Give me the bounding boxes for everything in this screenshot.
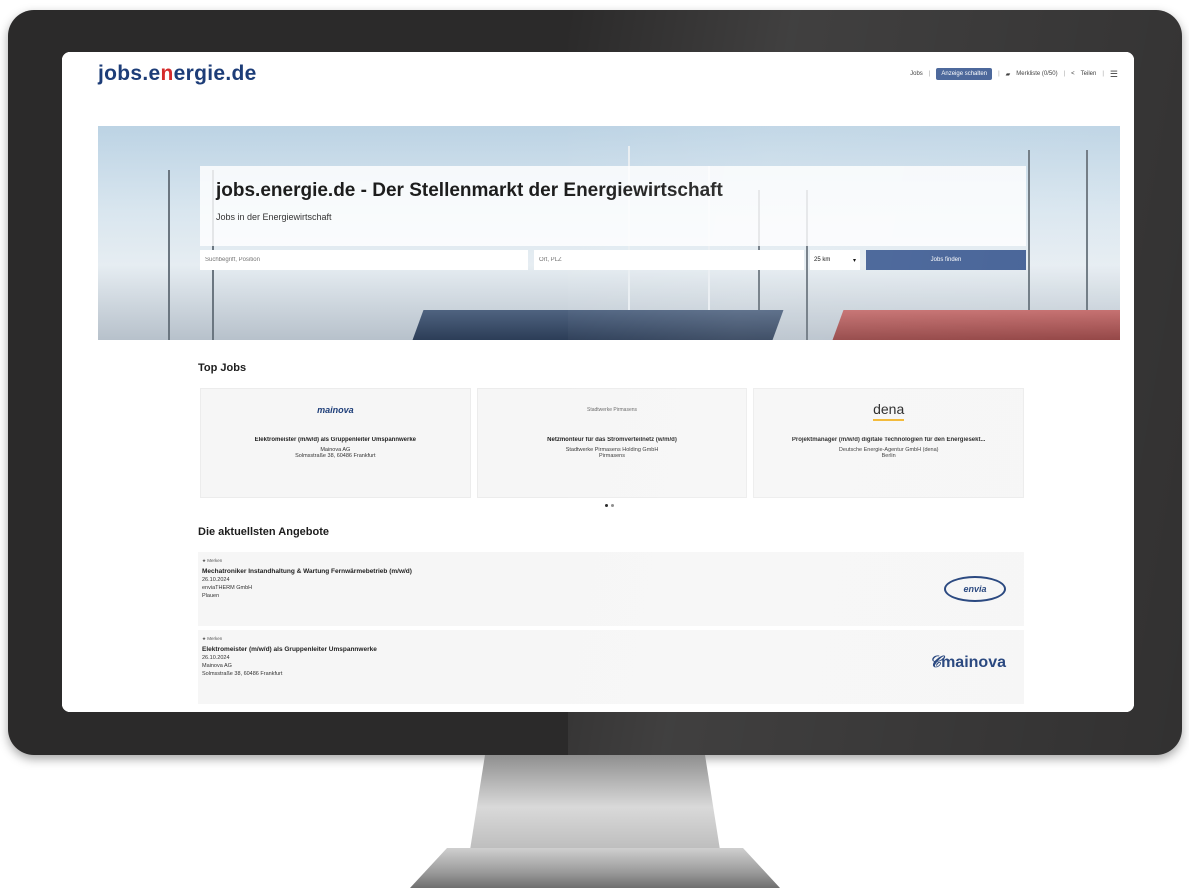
job-title[interactable]: Elektromeister (m/w/d) als Gruppenleiter… bbox=[255, 437, 416, 443]
listing-location: Plauen bbox=[202, 593, 220, 599]
listing-title[interactable]: Elektromeister (m/w/d) als Gruppenleiter… bbox=[202, 646, 1020, 653]
job-location: Pirmasens bbox=[599, 453, 625, 459]
location-search-input[interactable] bbox=[534, 250, 804, 270]
logo-text-left: jobs.e bbox=[98, 62, 161, 85]
job-search-form: 25 km ▾ Jobs finden bbox=[200, 250, 1026, 270]
solar-panel-graphic bbox=[412, 310, 784, 340]
mainova-logo: 𝒞mainova bbox=[929, 654, 1006, 672]
nav-separator: | bbox=[1102, 71, 1104, 77]
nav-separator: | bbox=[998, 71, 1000, 77]
listing-company: enviaTHERM GmbH bbox=[202, 585, 253, 591]
company-logo: envia bbox=[944, 576, 1006, 602]
monitor-mockup: jobs.energie.de Jobs | Anzeige schalten … bbox=[0, 0, 1189, 888]
listing-date: 26.10.2024 bbox=[202, 655, 230, 661]
share-link[interactable]: Teilen bbox=[1081, 71, 1097, 77]
job-location: Solmsstraße 38, 60486 Frankfurt bbox=[295, 453, 376, 459]
mainova-swirl-icon: 𝒞 bbox=[929, 654, 942, 671]
post-ad-button[interactable]: Anzeige schalten bbox=[936, 68, 993, 80]
main-content: Top Jobs mainova Elektromeister (m/w/d) … bbox=[62, 340, 1134, 712]
nav-separator: | bbox=[1063, 71, 1066, 77]
hero-text-box: jobs.energie.de - Der Stellenmarkt der E… bbox=[200, 166, 1026, 246]
site-logo[interactable]: jobs.energie.de bbox=[98, 62, 257, 86]
keyword-search-input[interactable] bbox=[200, 250, 528, 270]
chevron-down-icon: ▾ bbox=[852, 257, 856, 264]
carousel-dot[interactable] bbox=[605, 504, 608, 507]
bookmark-label: Merken bbox=[207, 636, 223, 641]
logo-text-accent: n bbox=[160, 62, 174, 85]
share-icon: < bbox=[1071, 71, 1075, 77]
browser-screen: jobs.energie.de Jobs | Anzeige schalten … bbox=[62, 52, 1134, 712]
nav-jobs-link[interactable]: Jobs bbox=[910, 71, 923, 77]
listing-company: Mainova AG bbox=[202, 663, 232, 669]
job-title[interactable]: Netzmonteur für das Stromverteilnetz (w/… bbox=[547, 437, 677, 443]
top-job-card[interactable]: Stadtwerke Pirmasens Netzmonteur für das… bbox=[476, 388, 748, 498]
company-logo: 𝒞mainova bbox=[929, 654, 1006, 672]
folder-icon: ▰ bbox=[1005, 71, 1011, 78]
radius-select[interactable]: 25 km ▾ bbox=[810, 250, 860, 270]
listing-title[interactable]: Mechatroniker Instandhaltung & Wartung F… bbox=[202, 568, 1020, 575]
bookmark-label: Merken bbox=[207, 558, 223, 563]
nav-separator: | bbox=[928, 71, 931, 77]
company-logo: dena bbox=[873, 399, 905, 421]
hero-banner: jobs.energie.de - Der Stellenmarkt der E… bbox=[98, 126, 1120, 340]
find-jobs-button[interactable]: Jobs finden bbox=[866, 250, 1026, 270]
page-title: jobs.energie.de - Der Stellenmarkt der E… bbox=[216, 180, 723, 201]
bookmark-button[interactable]: ★ Merken bbox=[202, 636, 1020, 642]
carousel-dot[interactable] bbox=[611, 504, 614, 507]
monitor-stand-neck bbox=[470, 755, 720, 850]
top-nav: Jobs | Anzeige schalten | ▰ Merkliste (0… bbox=[910, 68, 1118, 80]
company-logo: mainova bbox=[317, 405, 354, 415]
monitor-frame: jobs.energie.de Jobs | Anzeige schalten … bbox=[8, 10, 1182, 755]
top-jobs-carousel: mainova Elektromeister (m/w/d) als Grupp… bbox=[200, 388, 1025, 498]
page-subtitle: Jobs in der Energiewirtschaft bbox=[216, 212, 332, 222]
website: jobs.energie.de Jobs | Anzeige schalten … bbox=[62, 52, 1134, 712]
listing-date: 26.10.2024 bbox=[202, 577, 230, 583]
site-header: jobs.energie.de Jobs | Anzeige schalten … bbox=[62, 52, 1134, 96]
latest-offers-heading: Die aktuellsten Angebote bbox=[198, 526, 330, 538]
envia-logo: envia bbox=[944, 576, 1006, 602]
listing-location: Solmsstraße 38, 60486 Frankfurt bbox=[202, 671, 283, 677]
monitor-stand-base bbox=[410, 848, 780, 888]
bookmark-button[interactable]: ★ Merken bbox=[202, 558, 1020, 564]
carousel-pagination bbox=[605, 504, 614, 507]
mainova-logo-text: mainova bbox=[941, 654, 1006, 671]
company-logo: Stadtwerke Pirmasens bbox=[586, 407, 638, 413]
logo-text-right: ergie.de bbox=[173, 62, 257, 85]
watchlist-link[interactable]: Merkliste (0/50) bbox=[1016, 71, 1057, 77]
top-job-card[interactable]: dena Projektmanager (m/w/d) digitale Tec… bbox=[753, 388, 1025, 498]
job-location: Berlin bbox=[881, 453, 896, 459]
radius-value: 25 km bbox=[814, 257, 831, 263]
job-listing[interactable]: ★ Merken Elektromeister (m/w/d) als Grup… bbox=[198, 630, 1024, 704]
job-title[interactable]: Projektmanager (m/w/d) digitale Technolo… bbox=[792, 437, 986, 443]
top-jobs-heading: Top Jobs bbox=[198, 362, 247, 374]
job-listing[interactable]: ★ Merken Mechatroniker Instandhaltung & … bbox=[198, 552, 1024, 626]
top-job-card[interactable]: mainova Elektromeister (m/w/d) als Grupp… bbox=[200, 388, 471, 498]
hamburger-menu-icon[interactable]: ☰ bbox=[1110, 69, 1118, 80]
solar-panel-graphic bbox=[832, 310, 1120, 340]
